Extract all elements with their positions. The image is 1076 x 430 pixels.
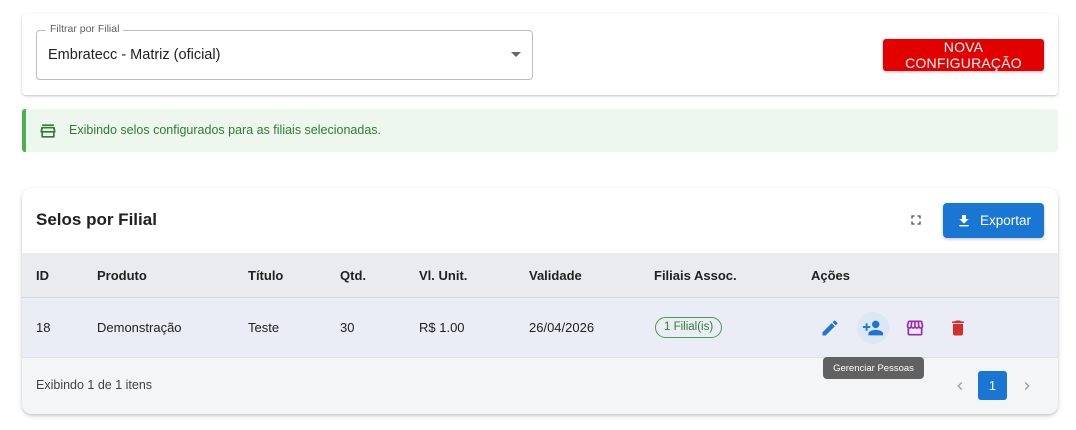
cell-qtd: 30 (340, 320, 355, 335)
cell-vl-unit: R$ 1.00 (419, 320, 465, 335)
delete-icon (952, 320, 964, 336)
dropdown-arrow-icon[interactable] (511, 52, 521, 57)
page-button-current[interactable]: 1 (978, 371, 1007, 400)
chevron-left-icon[interactable] (952, 378, 968, 394)
download-icon (959, 214, 969, 226)
filter-card: Filtrar por Filial Embratecc - Matriz (o… (22, 14, 1058, 95)
new-configuration-button[interactable]: NOVA CONFIGURAÇÃO (883, 39, 1044, 71)
branch-filter-select[interactable]: Filtrar por Filial Embratecc - Matriz (o… (36, 23, 533, 80)
branches-button[interactable] (899, 312, 931, 344)
manage-people-icon (862, 320, 884, 336)
cell-validade: 26/04/2026 (529, 320, 595, 335)
cell-id: 18 (36, 320, 51, 335)
edit-button[interactable] (814, 312, 846, 344)
table-row: 18 Demonstração Teste 30 R$ 1.00 26/04/2… (22, 298, 1058, 358)
column-header-vl-unit[interactable]: Vl. Unit. (419, 268, 467, 283)
column-header-qtd[interactable]: Qtd. (340, 268, 366, 283)
branch-filter-label: Filtrar por Filial (46, 23, 124, 35)
branch-filter-value: Embratecc - Matriz (oficial) (48, 47, 221, 63)
column-header-titulo[interactable]: Título (248, 268, 283, 283)
column-header-produto[interactable]: Produto (97, 268, 147, 283)
column-header-acoes: Ações (811, 268, 851, 283)
table-header: ID Produto Título Qtd. Vl. Unit. Validad… (22, 253, 1058, 298)
store-icon (906, 320, 924, 336)
column-header-validade[interactable]: Validade (529, 268, 582, 283)
chevron-right-icon[interactable] (1019, 378, 1035, 394)
export-button[interactable]: Exportar (943, 203, 1044, 238)
info-alert: Exibindo selos configurados para as fili… (22, 109, 1058, 152)
fullscreen-icon[interactable] (908, 212, 924, 228)
table-title: Selos por Filial (36, 210, 157, 229)
column-header-filiais[interactable]: Filiais Assoc. (654, 268, 737, 283)
branches-chip[interactable]: 1 Filial(is) (655, 317, 723, 338)
column-header-id[interactable]: ID (36, 268, 49, 283)
delete-button[interactable] (942, 312, 974, 344)
edit-icon (822, 320, 838, 336)
cell-titulo: Teste (248, 320, 280, 335)
cell-produto: Demonstração (97, 320, 182, 335)
items-count-text: Exibindo 1 de 1 itens (36, 378, 153, 392)
alert-text: Exibindo selos configurados para as fili… (69, 123, 381, 137)
tooltip: Gerenciar Pessoas (823, 357, 924, 379)
export-label: Exportar (979, 213, 1032, 228)
store-icon (40, 124, 56, 138)
manage-people-button[interactable] (857, 312, 889, 344)
seals-table-card: Selos por Filial Exportar ID Produto Tít… (22, 188, 1058, 414)
